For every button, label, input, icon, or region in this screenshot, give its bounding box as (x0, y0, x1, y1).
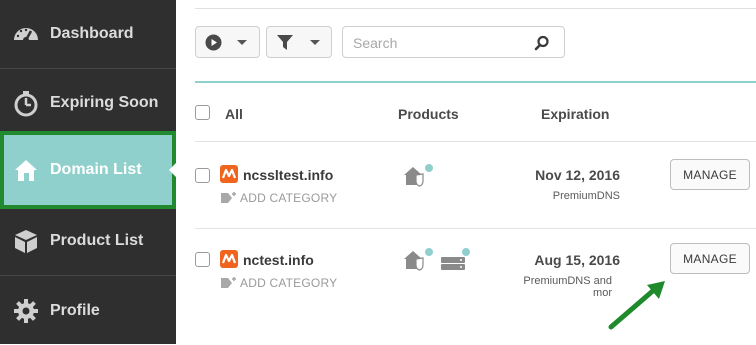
namecheap-logo-icon (220, 165, 238, 183)
magnifier-icon[interactable] (534, 35, 550, 51)
top-divider (195, 8, 756, 9)
row-checkbox[interactable] (195, 252, 210, 267)
sidebar-item-dashboard[interactable]: Dashboard (0, 0, 176, 69)
active-indicator-caret (169, 163, 176, 177)
tag-plus-icon (221, 192, 236, 203)
domain-name-link[interactable]: ncssltest.info (243, 167, 333, 183)
dashboard-gauge-icon (14, 28, 38, 43)
home-icon (15, 160, 37, 181)
play-circle-icon (205, 34, 222, 51)
header-accent-line (195, 81, 756, 83)
premiumdns-house-shield-icon (404, 248, 433, 271)
row-checkbox[interactable] (195, 168, 210, 183)
row-divider (195, 141, 756, 142)
manage-button[interactable]: MANAGE (670, 243, 750, 274)
add-category-link[interactable]: ADD CATEGORY (240, 191, 337, 205)
sidebar-item-profile[interactable]: Profile (0, 276, 176, 345)
sidebar-item-label: Dashboard (50, 25, 134, 42)
domain-name-link[interactable]: nctest.info (243, 252, 314, 268)
action-dropdown-button[interactable] (195, 26, 260, 58)
tag-plus-icon (221, 277, 236, 288)
namecheap-logo-icon (220, 250, 238, 268)
add-category-link[interactable]: ADD CATEGORY (240, 276, 337, 290)
select-all-checkbox[interactable] (195, 105, 210, 120)
search-input[interactable] (351, 33, 535, 53)
sidebar: Dashboard Expiring Soon Domain List Prod… (0, 0, 176, 344)
chevron-down-icon (310, 40, 320, 45)
row-divider (195, 228, 756, 229)
filter-funnel-icon (277, 35, 293, 50)
expiration-date: Nov 12, 2016 (535, 167, 620, 183)
filter-dropdown-button[interactable] (266, 26, 332, 58)
premiumdns-house-shield-icon (404, 164, 433, 187)
gear-icon (14, 298, 38, 323)
sidebar-item-product-list[interactable]: Product List (0, 207, 176, 276)
column-header-products[interactable]: Products (398, 106, 459, 122)
hosting-server-icon (441, 248, 470, 270)
column-header-all: All (225, 106, 243, 122)
sidebar-item-expiring-soon[interactable]: Expiring Soon (0, 69, 176, 138)
stopwatch-icon (14, 91, 38, 117)
sidebar-item-domain-list[interactable]: Domain List (0, 131, 176, 209)
search-box (342, 26, 565, 58)
expiration-products-note-line2: mor (593, 287, 612, 299)
manage-button[interactable]: MANAGE (670, 159, 750, 190)
sidebar-item-label: Profile (50, 301, 100, 319)
expiration-date: Aug 15, 2016 (534, 252, 620, 268)
expiration-products-note-line1: PremiumDNS and (523, 275, 612, 287)
box-icon (15, 230, 37, 253)
chevron-down-icon (237, 40, 247, 45)
column-header-expiration[interactable]: Expiration (541, 106, 609, 122)
expiration-products-note: PremiumDNS (552, 190, 620, 202)
sidebar-item-label: Product List (50, 232, 144, 249)
sidebar-item-label: Domain List (50, 161, 142, 178)
annotation-arrow-icon (608, 281, 665, 330)
sidebar-item-label: Expiring Soon (50, 94, 159, 111)
